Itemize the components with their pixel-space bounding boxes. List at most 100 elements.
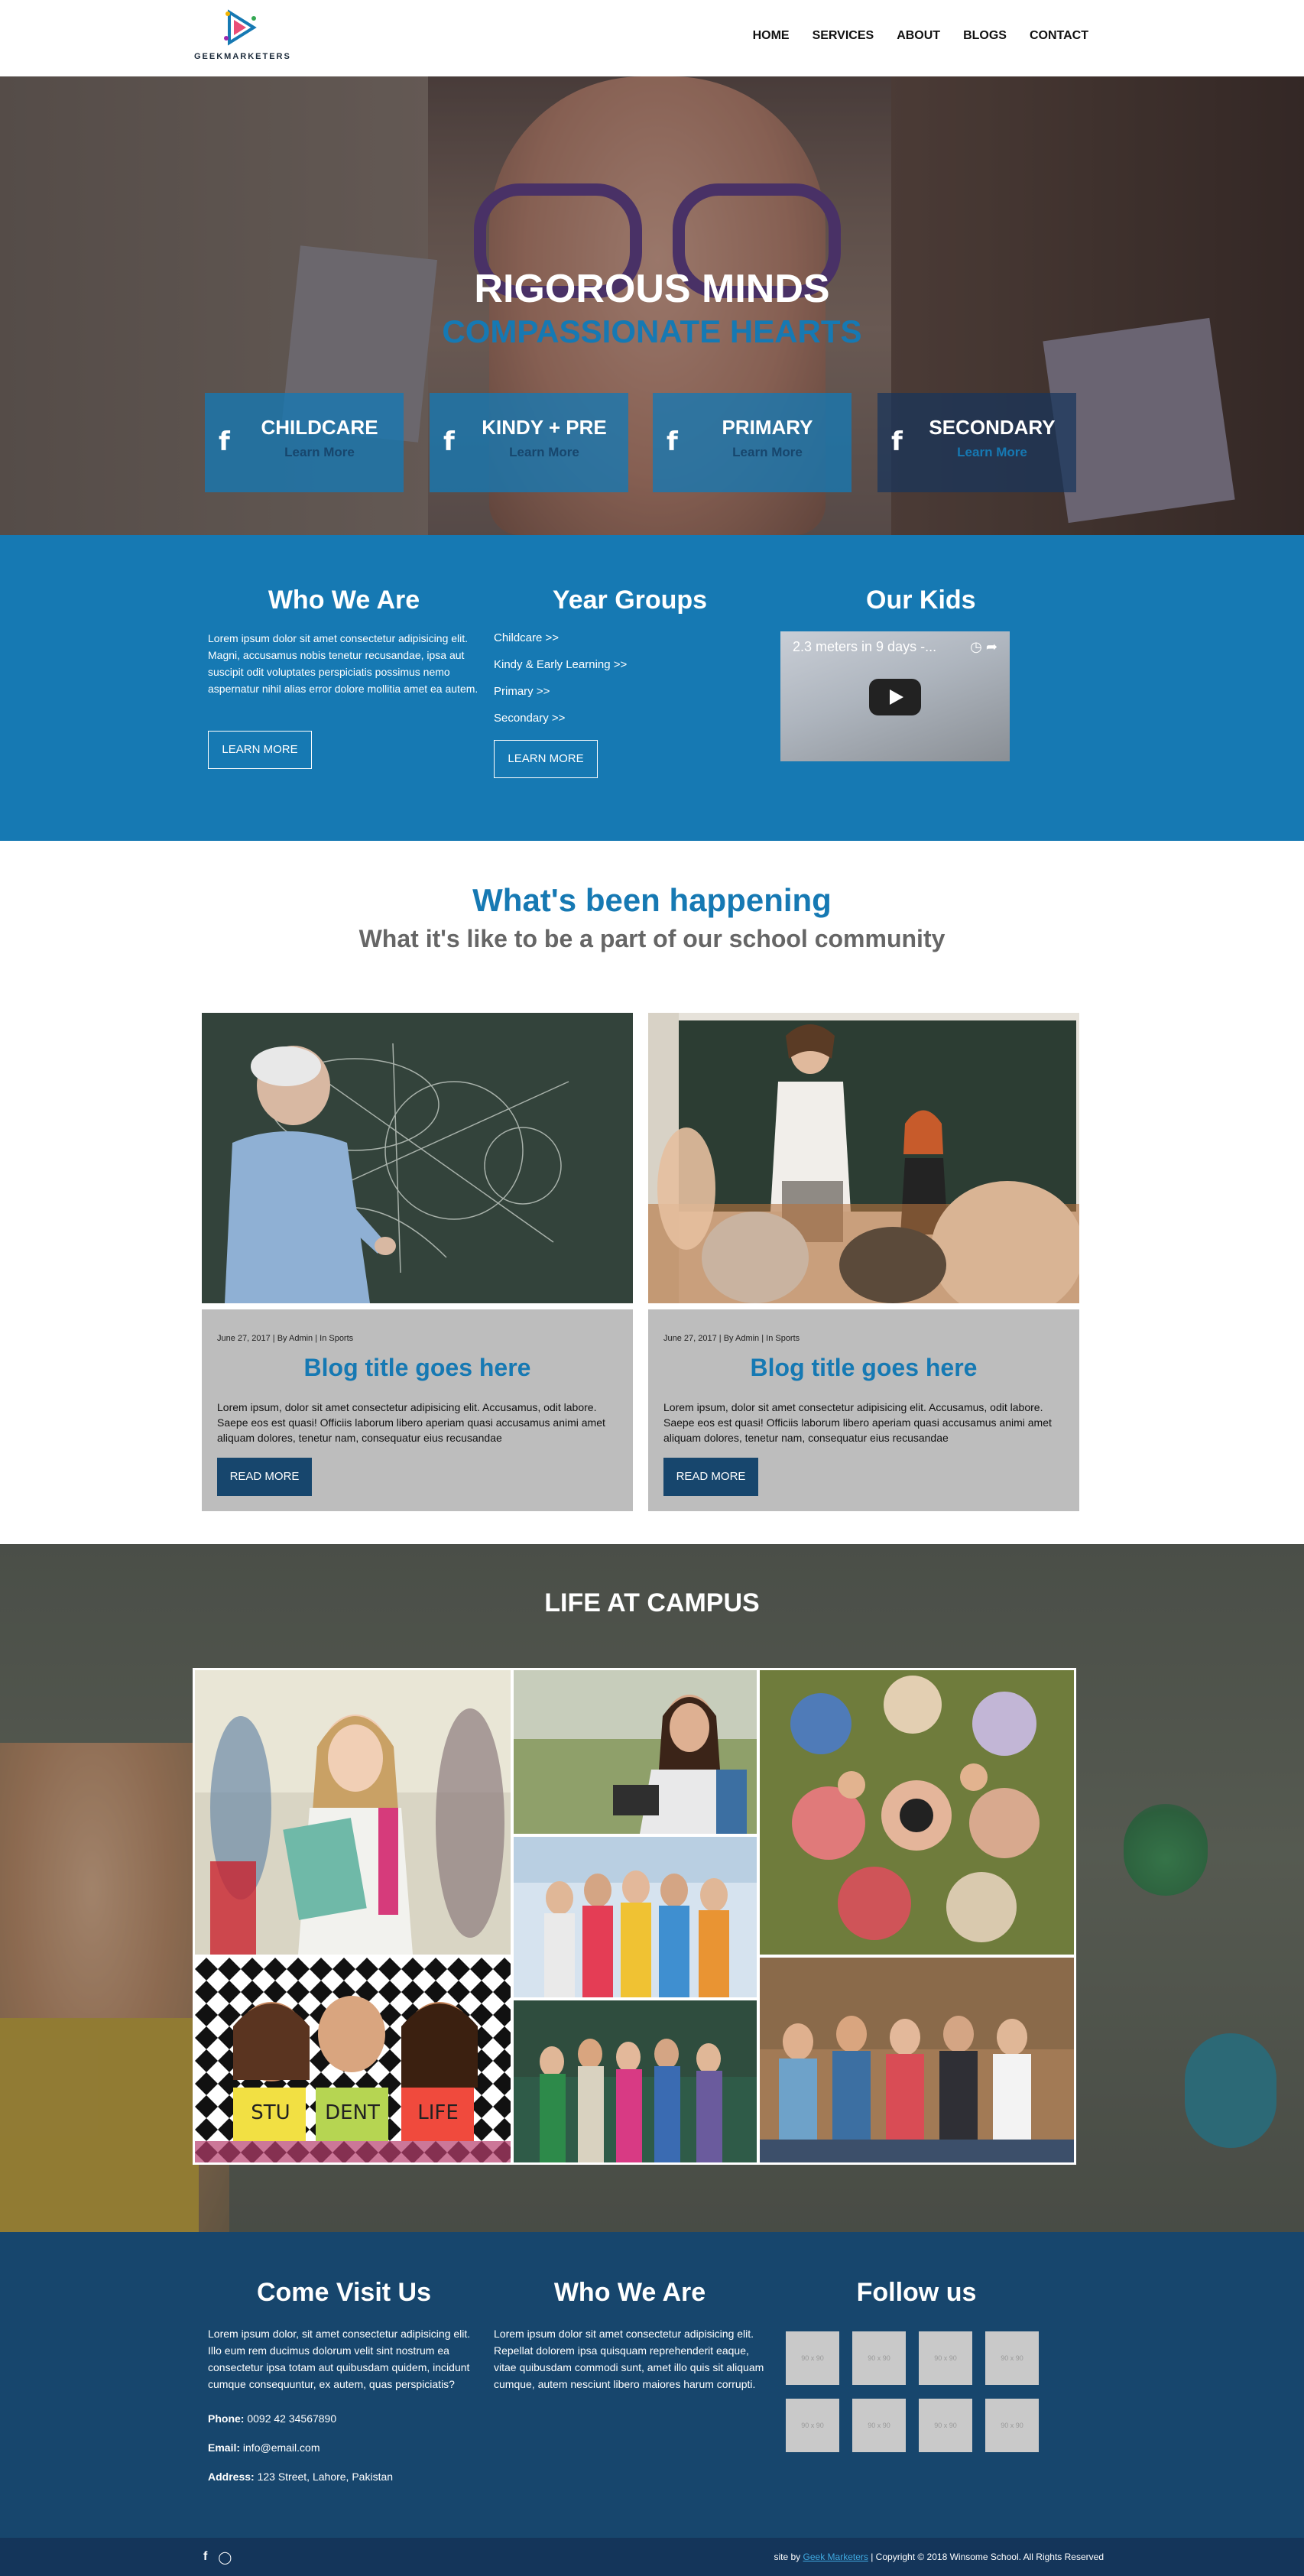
- blog-title[interactable]: Blog title goes here: [202, 1354, 633, 1382]
- follow-heading: Follow us: [856, 2278, 977, 2307]
- contact-phone: Phone: 0092 42 34567890: [208, 2412, 336, 2425]
- card-learn-more[interactable]: Learn More: [460, 445, 628, 460]
- copyright-link[interactable]: Geek Marketers: [803, 2552, 868, 2562]
- card-title: PRIMARY: [722, 416, 813, 439]
- blog-excerpt: Lorem ipsum, dolor sit amet consectetur …: [217, 1401, 605, 1444]
- nav-contact[interactable]: CONTACT: [1030, 29, 1088, 43]
- logo-mark-icon: [224, 9, 257, 46]
- email-value[interactable]: info@email.com: [243, 2441, 320, 2454]
- site-footer: Come Visit Us Lorem ipsum dolor, sit ame…: [0, 2232, 1304, 2538]
- logo-text: GEEKMARKETERS: [194, 52, 291, 61]
- blog-image-chalkboard[interactable]: [202, 1013, 633, 1303]
- card-kindy-pre[interactable]: f KINDY + PRE Learn More: [430, 393, 628, 492]
- card-childcare[interactable]: f CHILDCARE Learn More: [205, 393, 404, 492]
- email-label: Email:: [208, 2441, 241, 2454]
- year-link-kindy[interactable]: Kindy & Early Learning >>: [494, 658, 627, 671]
- main-nav: HOME SERVICES ABOUT BLOGS CONTACT: [753, 29, 1088, 43]
- blog-card-body: June 27, 2017 | By Admin | In Sports Blo…: [202, 1309, 633, 1511]
- year-groups-heading: Year Groups: [552, 586, 708, 615]
- who-we-are-text: Lorem ipsum dolor sit amet consectetur a…: [208, 632, 478, 695]
- facebook-icon[interactable]: f: [203, 2550, 207, 2565]
- who-learn-more-button[interactable]: LEARN MORE: [208, 731, 312, 769]
- hero-subtitle: COMPASSIONATE HEARTS: [442, 313, 862, 349]
- copyright-suffix: | Copyright © 2018 Winsome School. All R…: [871, 2552, 1104, 2562]
- site-header: GEEKMARKETERS HOME SERVICES ABOUT BLOGS …: [0, 0, 1304, 76]
- nav-blogs[interactable]: BLOGS: [963, 29, 1007, 43]
- card-title: CHILDCARE: [261, 416, 378, 439]
- play-icon[interactable]: [869, 679, 921, 715]
- visit-heading: Come Visit Us: [256, 2278, 431, 2307]
- years-learn-more-button[interactable]: LEARN MORE: [494, 740, 598, 778]
- blog-title[interactable]: Blog title goes here: [648, 1354, 1079, 1382]
- sign-stu: STU: [251, 2101, 290, 2124]
- blog-post-2: June 27, 2017 | By Admin | In Sports Blo…: [648, 1013, 1079, 1511]
- contact-email: Email: info@email.com: [208, 2441, 320, 2454]
- card-learn-more[interactable]: Learn More: [235, 445, 404, 460]
- address-label: Address:: [208, 2471, 255, 2483]
- nav-about[interactable]: ABOUT: [897, 29, 940, 43]
- hero-section: RIGOROUS MINDS COMPASSIONATE HEARTS f CH…: [0, 76, 1304, 535]
- happening-title: What's been happening: [472, 882, 832, 918]
- card-title: KINDY + PRE: [482, 416, 607, 439]
- program-cards: f CHILDCARE Learn More f KINDY + PRE Lea…: [205, 393, 1078, 492]
- gallery-photo-students-group[interactable]: [514, 1837, 757, 1997]
- video-title: 2.3 meters in 9 days -...: [793, 639, 937, 654]
- blog-meta: June 27, 2017 | By Admin | In Sports: [663, 1334, 800, 1343]
- follow-thumbnail[interactable]: 90 x 90: [919, 2399, 972, 2452]
- follow-thumbnail[interactable]: 90 x 90: [852, 2399, 906, 2452]
- follow-thumbnail[interactable]: 90 x 90: [985, 2331, 1039, 2385]
- info-section: Who We Are Lorem ipsum dolor sit amet co…: [0, 535, 1304, 841]
- follow-thumbnail[interactable]: 90 x 90: [786, 2399, 839, 2452]
- gallery-photo-chalkboard-students[interactable]: [514, 2000, 757, 2162]
- card-learn-more[interactable]: Learn More: [683, 445, 851, 460]
- campus-title: LIFE AT CAMPUS: [544, 1588, 760, 1617]
- blog-meta: June 27, 2017 | By Admin | In Sports: [217, 1334, 354, 1343]
- gallery-photo-group-grass[interactable]: [760, 1670, 1074, 1955]
- card-primary[interactable]: f PRIMARY Learn More: [653, 393, 851, 492]
- watch-later-icon[interactable]: ◷: [970, 639, 982, 654]
- our-kids-heading: Our Kids: [866, 586, 976, 615]
- facebook-icon: f: [891, 427, 903, 457]
- follow-thumbnail[interactable]: 90 x 90: [786, 2331, 839, 2385]
- year-link-primary[interactable]: Primary >>: [494, 685, 550, 698]
- follow-thumbnail[interactable]: 90 x 90: [919, 2331, 972, 2385]
- gallery-photo-student-life[interactable]: STU DENT LIFE: [195, 1958, 511, 2162]
- blog-post-1: June 27, 2017 | By Admin | In Sports Blo…: [202, 1013, 633, 1511]
- address-value: 123 Street, Lahore, Pakistan: [257, 2471, 394, 2483]
- nav-services[interactable]: SERVICES: [813, 29, 874, 43]
- phone-label: Phone:: [208, 2412, 245, 2425]
- footer-who-heading: Who We Are: [553, 2278, 706, 2307]
- footer-bottom-bar: f ◯ site by Geek Marketers | Copyright ©…: [0, 2538, 1304, 2576]
- nav-home[interactable]: HOME: [753, 29, 790, 43]
- phone-value[interactable]: 0092 42 34567890: [247, 2412, 336, 2425]
- gallery-photo-girl-backpack[interactable]: [514, 1670, 757, 1834]
- site-logo[interactable]: GEEKMARKETERS: [194, 8, 291, 66]
- copyright: site by Geek Marketers | Copyright © 201…: [774, 2552, 1105, 2562]
- campus-section: LIFE AT CAMPUS STU DENT LIFE: [0, 1544, 1304, 2232]
- year-link-childcare[interactable]: Childcare >>: [494, 631, 559, 644]
- card-title: SECONDARY: [929, 416, 1056, 439]
- read-more-button[interactable]: READ MORE: [217, 1458, 312, 1496]
- footer-who-text: Lorem ipsum dolor sit amet consectetur a…: [494, 2328, 764, 2390]
- happening-subtitle: What it's like to be a part of our schoo…: [358, 925, 946, 952]
- campus-gallery: STU DENT LIFE: [193, 1668, 1076, 2165]
- copyright-prefix: site by: [774, 2552, 801, 2562]
- kids-video-player[interactable]: 2.3 meters in 9 days -... ◷ ➦: [780, 631, 1010, 761]
- gallery-photo-students-sitting[interactable]: [760, 1958, 1074, 2162]
- read-more-button[interactable]: READ MORE: [663, 1458, 758, 1496]
- card-learn-more[interactable]: Learn More: [908, 445, 1076, 460]
- instagram-icon[interactable]: ◯: [218, 2550, 232, 2565]
- blog-excerpt: Lorem ipsum, dolor sit amet consectetur …: [663, 1401, 1052, 1444]
- share-icon[interactable]: ➦: [986, 639, 997, 654]
- hero-title: RIGOROUS MINDS: [474, 267, 830, 311]
- follow-thumbnail[interactable]: 90 x 90: [985, 2399, 1039, 2452]
- visit-text: Lorem ipsum dolor, sit amet consectetur …: [208, 2328, 471, 2390]
- card-secondary[interactable]: f SECONDARY Learn More: [877, 393, 1076, 492]
- follow-thumbnail[interactable]: 90 x 90: [852, 2331, 906, 2385]
- facebook-icon: f: [667, 427, 678, 457]
- gallery-photo-girl-folders[interactable]: [195, 1670, 511, 1955]
- year-link-secondary[interactable]: Secondary >>: [494, 712, 565, 725]
- social-links: f ◯: [203, 2550, 232, 2565]
- who-we-are-heading: Who We Are: [268, 586, 420, 615]
- blog-image-classroom[interactable]: [648, 1013, 1079, 1303]
